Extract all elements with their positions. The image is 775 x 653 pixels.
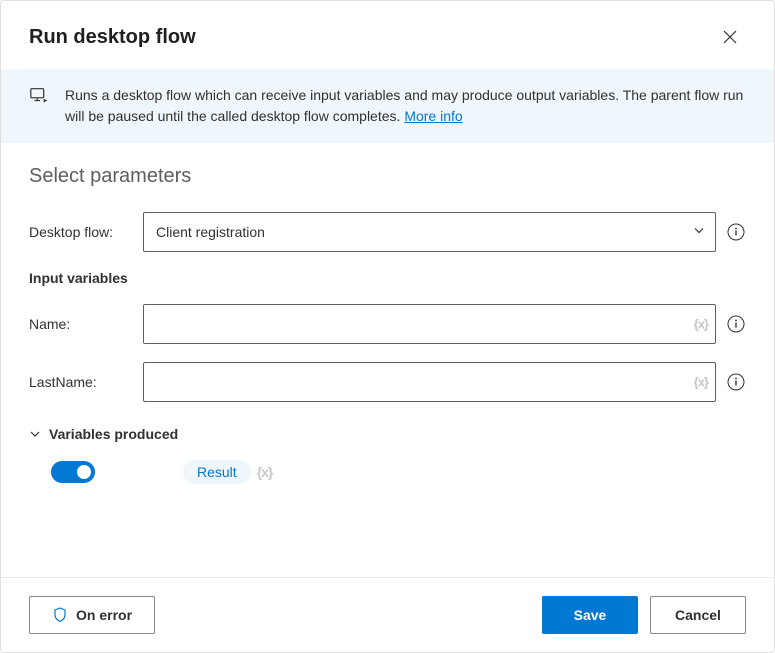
result-variable-row: Result {x} <box>29 460 746 484</box>
result-chip-wrap: Result {x} <box>183 460 272 484</box>
dialog-title: Run desktop flow <box>29 26 196 49</box>
desktop-flow-row: Desktop flow: Client registration <box>29 212 746 252</box>
info-icon <box>727 373 745 391</box>
name-row: Name: {x} <box>29 304 746 344</box>
footer-right: Save Cancel <box>542 596 746 634</box>
banner-text: Runs a desktop flow which can receive in… <box>65 85 746 127</box>
close-icon <box>723 30 737 44</box>
desktop-flow-icon <box>29 85 51 113</box>
name-info-button[interactable] <box>726 314 746 334</box>
on-error-label: On error <box>76 607 132 623</box>
lastname-control: {x} <box>143 362 716 402</box>
info-icon <box>727 315 745 333</box>
variable-picker-icon[interactable]: {x} <box>694 317 708 332</box>
dialog-content: Select parameters Desktop flow: Client r… <box>1 143 774 577</box>
chevron-down-icon <box>29 428 41 440</box>
info-banner: Runs a desktop flow which can receive in… <box>1 69 774 143</box>
name-control: {x} <box>143 304 716 344</box>
lastname-info-button[interactable] <box>726 372 746 392</box>
desktop-flow-control: Client registration <box>143 212 716 252</box>
desktop-flow-label: Desktop flow: <box>29 224 133 240</box>
variables-produced-heading: Variables produced <box>49 426 178 442</box>
section-title: Select parameters <box>29 165 746 188</box>
on-error-button[interactable]: On error <box>29 596 155 634</box>
result-chip[interactable]: Result <box>183 460 251 484</box>
variables-produced-toggle-header[interactable]: Variables produced <box>29 426 746 442</box>
input-variables-heading: Input variables <box>29 270 746 286</box>
desktop-flow-info-button[interactable] <box>726 222 746 242</box>
name-label: Name: <box>29 316 133 332</box>
variable-picker-icon[interactable]: {x} <box>694 375 708 390</box>
cancel-button[interactable]: Cancel <box>650 596 746 634</box>
lastname-input[interactable] <box>143 362 716 402</box>
more-info-link[interactable]: More info <box>404 108 462 124</box>
run-desktop-flow-dialog: Run desktop flow Runs a desktop flow whi… <box>0 0 775 653</box>
save-button[interactable]: Save <box>542 596 638 634</box>
shield-icon <box>52 607 68 623</box>
info-icon <box>727 223 745 241</box>
result-toggle[interactable] <box>51 461 95 483</box>
dialog-header: Run desktop flow <box>1 1 774 69</box>
dialog-footer: On error Save Cancel <box>1 577 774 652</box>
desktop-flow-select[interactable]: Client registration <box>143 212 716 252</box>
variable-token-icon: {x} <box>257 464 273 480</box>
close-button[interactable] <box>714 21 746 53</box>
lastname-label: LastName: <box>29 374 133 390</box>
lastname-row: LastName: {x} <box>29 362 746 402</box>
save-label: Save <box>574 607 607 623</box>
cancel-label: Cancel <box>675 607 721 623</box>
name-input[interactable] <box>143 304 716 344</box>
desktop-flow-value: Client registration <box>156 224 265 240</box>
